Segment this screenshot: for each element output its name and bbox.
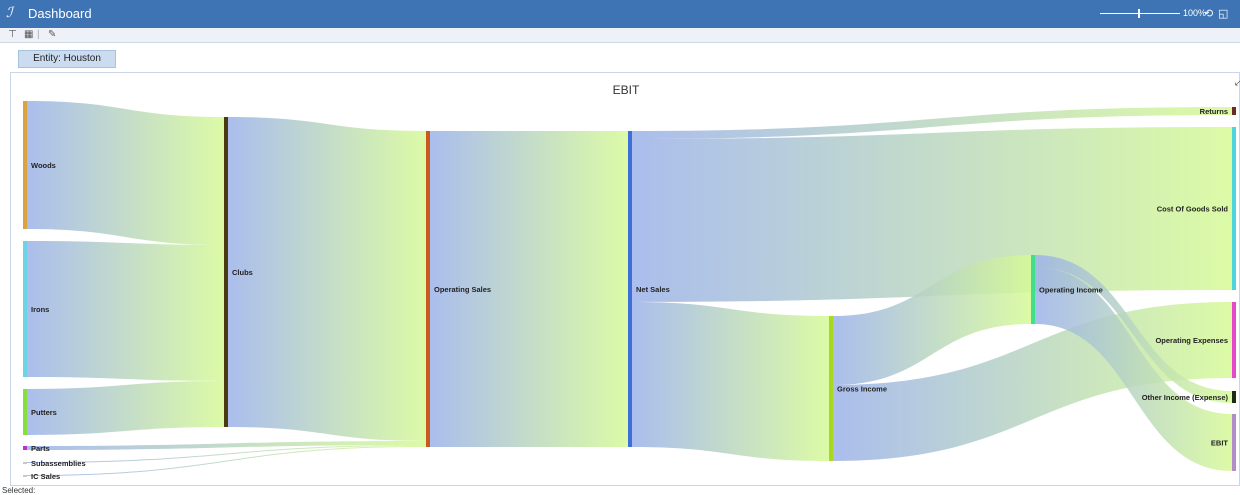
node-label-GrossIncome: Gross Income	[837, 385, 887, 394]
node-label-Putters: Putters	[31, 408, 57, 417]
node-Irons[interactable]	[23, 241, 27, 377]
node-label-Irons: Irons	[31, 305, 49, 314]
node-label-OperatingSales: Operating Sales	[434, 285, 491, 294]
entity-button[interactable]: Entity: Houston	[18, 50, 116, 68]
link-NetSales-COGS[interactable]	[632, 127, 1232, 302]
node-label-OperatingIncome: Operating Income	[1039, 286, 1103, 295]
node-label-EBIT: EBIT	[1211, 439, 1229, 448]
zoom-level: 100%	[1183, 8, 1207, 18]
node-label-Parts: Parts	[31, 444, 50, 453]
toolbar-divider: |	[37, 29, 40, 40]
link-Clubs-OperatingSales[interactable]	[228, 117, 426, 441]
filter-icon[interactable]: ⊤	[8, 29, 17, 40]
window-title: Dashboard	[28, 6, 92, 21]
refresh-icon[interactable]: ⟲	[1204, 7, 1213, 20]
node-label-ICSales: IC Sales	[31, 472, 60, 481]
node-OperatingIncome[interactable]	[1031, 255, 1035, 324]
node-ICSales[interactable]	[23, 475, 27, 477]
node-label-COGS: Cost Of Goods Sold	[1157, 205, 1229, 214]
node-Clubs[interactable]	[224, 117, 228, 427]
edit-icon[interactable]: ✎	[48, 29, 56, 40]
chart-panel: EBIT ⤢ Woods Irons Putters Parts Subassembli…	[10, 72, 1240, 486]
node-label-Returns: Returns	[1200, 107, 1228, 116]
node-Subassemblies[interactable]	[23, 462, 27, 464]
node-Parts[interactable]	[23, 446, 27, 450]
node-label-Subassemblies: Subassemblies	[31, 459, 86, 468]
node-label-Woods: Woods	[31, 161, 56, 170]
node-OtherIncome[interactable]	[1232, 391, 1236, 403]
grid-icon[interactable]: ▦	[24, 29, 33, 40]
app-logo-icon: ℐ	[6, 5, 13, 21]
maximize-icon[interactable]: ◱	[1218, 7, 1228, 20]
node-label-OtherIncome: Other Income (Expense)	[1142, 393, 1229, 402]
node-OperatingExpenses[interactable]	[1232, 302, 1236, 378]
node-EBIT[interactable]	[1232, 414, 1236, 471]
node-Putters[interactable]	[23, 389, 27, 435]
zoom-slider-track[interactable]	[1100, 13, 1180, 14]
entity-bar: Entity: Houston	[0, 44, 1240, 72]
sankey-chart: Woods Irons Putters Parts Subassemblies IC Sa…	[23, 101, 1236, 481]
node-NetSales[interactable]	[628, 131, 632, 447]
node-Woods[interactable]	[23, 101, 27, 229]
node-GrossIncome[interactable]	[829, 316, 833, 461]
node-Returns[interactable]	[1232, 107, 1236, 115]
link-ICSales-OperatingSales[interactable]	[27, 446, 426, 476]
node-OperatingSales[interactable]	[426, 131, 430, 447]
node-label-OperatingExpenses: Operating Expenses	[1155, 336, 1228, 345]
toolbar: ⊤ ▦ | ✎	[0, 28, 1240, 43]
node-label-Clubs: Clubs	[232, 268, 253, 277]
node-COGS[interactable]	[1232, 127, 1236, 290]
title-bar: ℐ Dashboard 100% ⟲ ◱	[0, 0, 1240, 28]
node-label-NetSales: Net Sales	[636, 285, 670, 294]
zoom-slider-thumb[interactable]	[1138, 9, 1140, 18]
link-Irons-Clubs[interactable]	[27, 241, 224, 381]
zoom-control[interactable]: 100% ⟲ ◱	[1100, 4, 1230, 24]
link-Parts-OperatingSales[interactable]	[27, 441, 426, 450]
link-Woods-Clubs[interactable]	[27, 101, 224, 245]
link-NetSales-GrossIncome[interactable]	[632, 302, 829, 461]
